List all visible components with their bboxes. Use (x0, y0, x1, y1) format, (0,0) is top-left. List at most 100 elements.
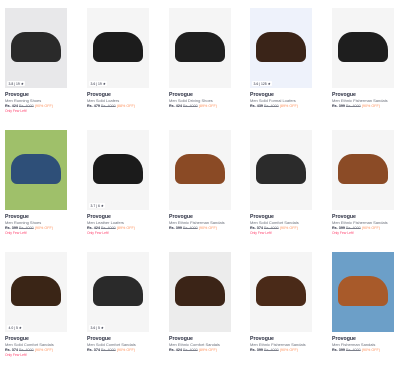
discount: (90% OFF) (279, 348, 298, 352)
product-card[interactable]: Provogue Men Fisherman Sandals Rs. 399Rs. … (332, 252, 394, 353)
discount: (89% OFF) (279, 104, 298, 108)
sale-price: Rs. 424 (5, 104, 18, 108)
product-card[interactable]: 3.8 | 19 ★ Provogue Men Running Shoes Rs. 4… (5, 8, 67, 113)
product-price: Rs. 424Rs. 4000(89% OFF) (169, 347, 231, 353)
discount: (88% OFF) (116, 104, 135, 108)
product-card[interactable]: Provogue Men Solid Driving Shoes Rs. 424Rs… (169, 8, 231, 109)
shoe-icon (11, 154, 61, 184)
rating-badge: 3.6 | 5 ★ (89, 325, 106, 330)
mrp-price: Rs. 4000 (345, 104, 361, 108)
stock-tag: Only Few Left! (5, 353, 27, 357)
product-price: Rs. 374Rs. 4000(90% OFF) (87, 347, 149, 353)
discount: (89% OFF) (198, 104, 217, 108)
rating-badge: 3.6 | 125 ★ (252, 81, 273, 86)
product-price: Rs. 399Rs. 4000(90% OFF) (332, 347, 394, 353)
stock-tag: Only Few Left! (250, 231, 272, 235)
product-image[interactable]: 3.6 | 19 ★ (87, 8, 149, 88)
product-image[interactable] (169, 130, 231, 210)
product-card[interactable]: Provogue Men Ethnic Fisherman Sandals Rs. … (169, 130, 231, 231)
rating-badge: 4.0 | 5 ★ (7, 325, 24, 330)
product-image[interactable] (250, 130, 312, 210)
product-card[interactable]: Provogue Men Ethnic Fisherman Sandals Rs. … (250, 252, 312, 353)
shoe-icon (175, 276, 225, 306)
mrp-price: Rs. 4000 (263, 104, 279, 108)
mrp-price: Rs. 4000 (100, 104, 116, 108)
rating-badge: 3.8 | 19 ★ (7, 81, 26, 86)
sale-price: Rs. 399 (5, 226, 18, 230)
mrp-price: Rs. 4000 (18, 104, 34, 108)
product-card[interactable]: 3.6 | 125 ★ Provogue Men Solid Formal Loaf… (250, 8, 312, 109)
discount: (90% OFF) (361, 348, 380, 352)
product-image[interactable]: 4.0 | 5 ★ (5, 252, 67, 332)
product-price: Rs. 439Rs. 4000(89% OFF) (250, 103, 312, 109)
sale-price: Rs. 374 (5, 348, 18, 352)
sale-price: Rs. 399 (169, 226, 182, 230)
shoe-icon (93, 276, 143, 306)
mrp-price: Rs. 4000 (18, 226, 34, 230)
product-price: Rs. 424Rs. 4000(89% OFF) (169, 103, 231, 109)
product-price: Rs. 399Rs. 4000(90% OFF) (250, 347, 312, 353)
sale-price: Rs. 424 (169, 104, 182, 108)
stock-tag: Only Few Left! (87, 231, 109, 235)
product-image[interactable]: 3.8 | 19 ★ (5, 8, 67, 88)
discount: (90% OFF) (279, 226, 298, 230)
product-image[interactable] (332, 130, 394, 210)
product-card[interactable]: Provogue Men Ethnic Fisherman Sandals Rs. … (332, 130, 394, 235)
sale-price: Rs. 399 (250, 348, 263, 352)
product-card[interactable]: Provogue Men Running Shoes Rs. 399Rs. 4000… (5, 130, 67, 235)
discount: (90% OFF) (34, 104, 53, 108)
rating-badge: 3.6 | 19 ★ (89, 81, 108, 86)
shoe-icon (175, 32, 225, 62)
shoe-icon (256, 32, 306, 62)
mrp-price: Rs. 4000 (345, 226, 361, 230)
product-image[interactable] (5, 130, 67, 210)
mrp-price: Rs. 4000 (182, 104, 198, 108)
product-card[interactable]: 3.7 | 6 ★ Provogue Men Leather Loafers Rs. … (87, 130, 149, 235)
product-image[interactable] (332, 252, 394, 332)
sale-price: Rs. 424 (87, 226, 100, 230)
discount: (90% OFF) (34, 226, 53, 230)
mrp-price: Rs. 4000 (182, 348, 198, 352)
mrp-price: Rs. 4000 (182, 226, 198, 230)
shoe-icon (175, 154, 225, 184)
product-price: Rs. 479Rs. 4000(88% OFF) (87, 103, 149, 109)
stock-tag: Only Few Left! (332, 231, 354, 235)
discount: (90% OFF) (34, 348, 53, 352)
product-image[interactable] (169, 8, 231, 88)
product-price: Rs. 399Rs. 4000(90% OFF) (332, 103, 394, 109)
shoe-icon (338, 32, 388, 62)
product-image[interactable]: 3.6 | 125 ★ (250, 8, 312, 88)
mrp-price: Rs. 4000 (100, 348, 116, 352)
product-image[interactable]: 3.6 | 5 ★ (87, 252, 149, 332)
shoe-icon (256, 154, 306, 184)
product-card[interactable]: 3.6 | 5 ★ Provogue Men Solid Comfort Sanda… (87, 252, 149, 353)
sale-price: Rs. 479 (87, 104, 100, 108)
product-card[interactable]: Provogue Men Solid Comfort Sandals Rs. 374… (250, 130, 312, 235)
product-image[interactable] (250, 252, 312, 332)
discount: (90% OFF) (116, 348, 135, 352)
shoe-icon (11, 276, 61, 306)
sale-price: Rs. 399 (332, 104, 345, 108)
mrp-price: Rs. 4000 (263, 348, 279, 352)
mrp-price: Rs. 4000 (263, 226, 279, 230)
product-card[interactable]: 3.6 | 19 ★ Provogue Men Solid Loafers Rs. 4… (87, 8, 149, 109)
shoe-icon (338, 276, 388, 306)
product-image[interactable] (169, 252, 231, 332)
mrp-price: Rs. 4000 (345, 348, 361, 352)
product-image[interactable] (332, 8, 394, 88)
discount: (90% OFF) (198, 226, 217, 230)
discount: (90% OFF) (361, 226, 380, 230)
discount: (89% OFF) (116, 226, 135, 230)
discount: (90% OFF) (361, 104, 380, 108)
shoe-icon (11, 32, 61, 62)
stock-tag: Only Few Left! (5, 231, 27, 235)
product-image[interactable]: 3.7 | 6 ★ (87, 130, 149, 210)
sale-price: Rs. 439 (250, 104, 263, 108)
rating-badge: 3.7 | 6 ★ (89, 203, 106, 208)
product-price: Rs. 399Rs. 4000(90% OFF) (169, 225, 231, 231)
mrp-price: Rs. 4000 (18, 348, 34, 352)
product-card[interactable]: Provogue Men Ethnic Comfort Sandals Rs. 42… (169, 252, 231, 353)
product-card[interactable]: 4.0 | 5 ★ Provogue Men Solid Comfort Sanda… (5, 252, 67, 357)
product-card[interactable]: Provogue Men Ethnic Fisherman Sandals Rs. … (332, 8, 394, 109)
sale-price: Rs. 374 (250, 226, 263, 230)
